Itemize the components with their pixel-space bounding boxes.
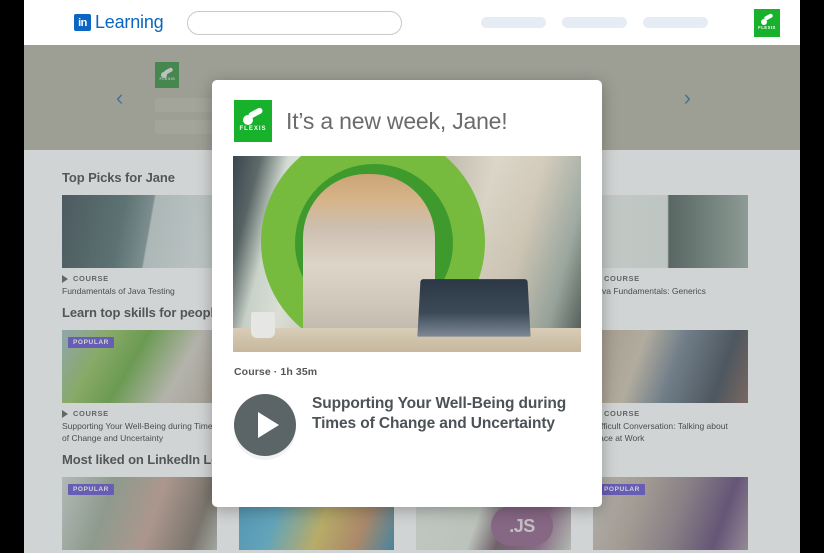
modal-header: FLEXIS It’s a new week, Jane!: [212, 80, 602, 156]
play-icon: [258, 412, 279, 438]
linkedin-in-icon: in: [74, 14, 91, 31]
course-thumbnail: POPULAR: [62, 330, 217, 404]
top-navigation-bar: in Learning FLEXIS: [24, 0, 800, 45]
course-card[interactable]: POPULAR: [62, 477, 217, 551]
course-card[interactable]: POPULAR: [593, 477, 748, 551]
course-card[interactable]: COURSE Java Fundamentals: Generics: [593, 195, 748, 297]
course-card-meta: COURSE: [62, 409, 217, 418]
course-thumbnail: [62, 195, 217, 268]
play-icon: [62, 409, 68, 418]
carousel-next-icon[interactable]: ›: [670, 86, 705, 109]
course-card-title: Difficult Conversation: Talking about Ra…: [593, 421, 728, 443]
course-type-label: COURSE: [73, 274, 109, 283]
course-card-meta: COURSE: [593, 274, 748, 283]
course-meta-label: Course · 1h 35m: [234, 366, 318, 378]
popular-badge: POPULAR: [599, 484, 645, 496]
nav-pill-1[interactable]: [481, 17, 546, 28]
hero-laptop: [417, 279, 531, 337]
new-week-modal: FLEXIS It’s a new week, Jane! Course · 1…: [212, 80, 602, 507]
course-type-label: COURSE: [604, 409, 640, 419]
modal-course-title: Supporting Your Well-Being during Times …: [312, 395, 567, 433]
modal-flexis-logo: FLEXIS: [234, 100, 272, 142]
flexis-account-badge[interactable]: FLEXIS: [754, 8, 780, 37]
course-type-label: COURSE: [604, 274, 640, 283]
popular-badge: POPULAR: [68, 337, 114, 349]
search-input[interactable]: [187, 10, 403, 35]
course-card-meta: COURSE: [593, 409, 748, 418]
course-card[interactable]: COURSE Fundamentals of Java Testing: [62, 195, 217, 297]
linkedin-learning-logo[interactable]: in Learning: [74, 12, 164, 33]
nav-pill-3[interactable]: [643, 17, 708, 28]
js-logo-icon: .JS: [491, 506, 553, 547]
course-type-label: COURSE: [73, 409, 109, 419]
carousel-prev-icon[interactable]: ‹: [102, 86, 137, 109]
course-thumbnail: POPULAR: [593, 477, 748, 551]
nav-pill-2[interactable]: [562, 17, 627, 28]
course-card[interactable]: POPULAR COURSE Supporting Your Well-Bein…: [62, 330, 217, 444]
course-thumbnail: [593, 195, 748, 268]
course-thumbnail: [593, 330, 748, 404]
course-thumbnail: POPULAR: [62, 477, 217, 551]
flexis-logo-icon: [760, 15, 774, 25]
course-card-title: Java Fundamentals: Generics: [593, 286, 706, 296]
modal-course-info: Course · 1h 35m Supporting Your Well-Bei…: [212, 352, 602, 456]
screenshot-viewport: in Learning FLEXIS ‹ FLEXIS › Top Picks …: [0, 0, 824, 553]
flexis-logo-icon: [161, 69, 173, 78]
hero-person-figure: [303, 174, 435, 352]
popular-badge: POPULAR: [68, 484, 114, 496]
carousel-flexis-logo: FLEXIS: [155, 61, 180, 88]
hero-mug: [251, 312, 275, 338]
modal-hero-image: [233, 156, 581, 352]
course-card-title: Supporting Your Well-Being during Times …: [62, 421, 217, 443]
flexis-logo-icon: [243, 110, 263, 125]
modal-greeting-title: It’s a new week, Jane!: [286, 107, 508, 134]
play-course-button[interactable]: [234, 394, 296, 456]
course-card-meta: COURSE: [62, 274, 217, 283]
nav-pill-group: FLEXIS: [481, 8, 780, 37]
course-card[interactable]: COURSE Difficult Conversation: Talking a…: [593, 330, 748, 444]
play-icon: [62, 274, 68, 283]
course-card-title: Fundamentals of Java Testing: [62, 286, 175, 296]
modal-flexis-label: FLEXIS: [239, 126, 267, 132]
logo-wordmark: Learning: [95, 12, 164, 32]
course-entry[interactable]: Supporting Your Well-Being during Times …: [234, 394, 580, 456]
flexis-badge-label: FLEXIS: [758, 25, 776, 30]
